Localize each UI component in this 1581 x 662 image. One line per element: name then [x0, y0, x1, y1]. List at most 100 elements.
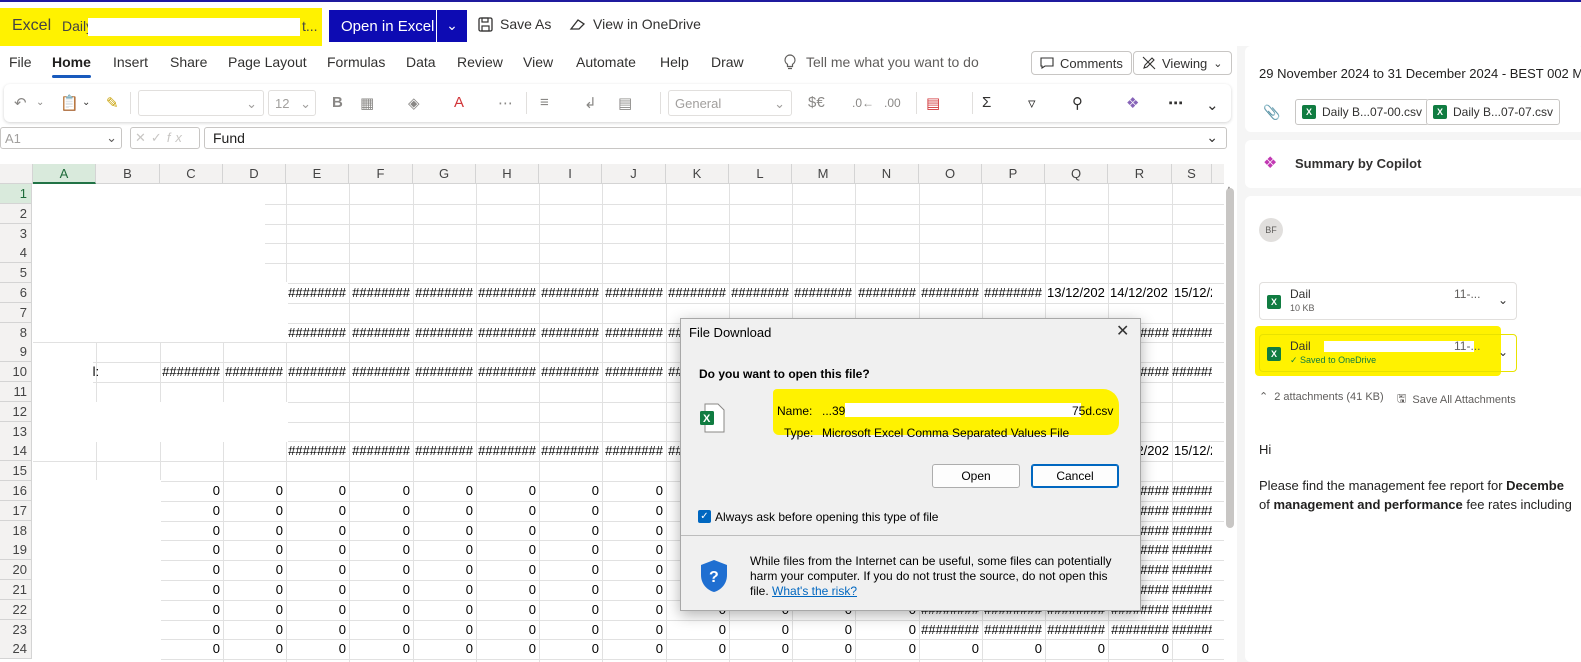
cell[interactable]: 0: [349, 580, 413, 599]
row-header-15[interactable]: 15: [0, 461, 32, 482]
close-icon[interactable]: ✕: [1116, 321, 1129, 341]
cell[interactable]: 0: [476, 580, 539, 599]
cell[interactable]: 0: [1172, 639, 1212, 658]
row-header-1[interactable]: 1: [0, 184, 32, 204]
bold-icon[interactable]: B: [332, 94, 343, 111]
column-header-i[interactable]: I: [539, 164, 602, 184]
tab-file[interactable]: File: [9, 54, 32, 70]
cell[interactable]: ########: [1172, 362, 1212, 381]
save-all-attachments-button[interactable]: 🖫 Save All Attachments: [1397, 390, 1516, 409]
cell[interactable]: ########: [1045, 620, 1108, 639]
cell[interactable]: 0: [602, 639, 666, 658]
cell[interactable]: 13/12/202: [1045, 283, 1108, 302]
attachments-summary[interactable]: ⌃ 2 attachments (41 KB): [1259, 390, 1384, 404]
attachment-item-2[interactable]: X Dail ✓ Saved to OneDrive 11-... ⌄: [1259, 334, 1517, 372]
fill-color-icon[interactable]: ◈: [408, 94, 420, 112]
cell[interactable]: 14/12/202: [1108, 283, 1172, 302]
chevron-down-icon[interactable]: ⌄: [1498, 293, 1508, 307]
cell[interactable]: 0: [223, 639, 286, 658]
cell[interactable]: 0: [792, 639, 855, 658]
tab-view[interactable]: View: [523, 54, 553, 70]
name-box[interactable]: A1 ⌄: [0, 127, 122, 149]
cell[interactable]: ########: [286, 362, 349, 381]
cell[interactable]: 0: [602, 501, 666, 520]
cell[interactable]: 15/12/2: [1172, 283, 1212, 302]
autosum-icon[interactable]: Σ: [982, 94, 991, 111]
cell[interactable]: ########: [602, 323, 666, 342]
column-header-g[interactable]: G: [413, 164, 476, 184]
column-header-d[interactable]: D: [223, 164, 286, 184]
cell[interactable]: 0: [539, 580, 602, 599]
cell[interactable]: 0: [349, 560, 413, 579]
row-header-4[interactable]: 4: [0, 243, 32, 264]
expand-ribbon-icon[interactable]: ⌄: [1206, 96, 1219, 114]
cell[interactable]: ########: [539, 323, 602, 342]
cell[interactable]: ########: [1172, 540, 1212, 559]
align-icon[interactable]: ≡: [540, 94, 549, 111]
column-header-n[interactable]: N: [855, 164, 919, 184]
cell[interactable]: 0: [413, 540, 476, 559]
cell[interactable]: 0: [602, 481, 666, 500]
cell[interactable]: 0: [413, 620, 476, 639]
cell[interactable]: 0: [160, 620, 223, 639]
tab-data[interactable]: Data: [406, 54, 436, 70]
cell[interactable]: 0: [223, 580, 286, 599]
open-button[interactable]: Open: [932, 464, 1020, 488]
row-header-12[interactable]: 12: [0, 401, 32, 422]
cell[interactable]: 0: [349, 501, 413, 520]
cell[interactable]: 0: [286, 580, 349, 599]
tab-insert[interactable]: Insert: [113, 54, 148, 70]
cell[interactable]: 0: [919, 639, 982, 658]
column-header-e[interactable]: E: [286, 164, 349, 184]
undo-icon[interactable]: ↶: [14, 94, 27, 112]
column-header-f[interactable]: F: [349, 164, 413, 184]
tab-share[interactable]: Share: [170, 54, 207, 70]
cell[interactable]: 0: [349, 600, 413, 619]
row-header-22[interactable]: 22: [0, 599, 32, 620]
cell[interactable]: ########: [413, 283, 476, 302]
cell[interactable]: 0: [476, 560, 539, 579]
copilot-icon[interactable]: ❖: [1126, 94, 1139, 112]
decrease-decimal-icon[interactable]: .0←: [852, 96, 874, 110]
cell[interactable]: 0: [1045, 639, 1108, 658]
cell[interactable]: 0: [1108, 639, 1172, 658]
row-header-19[interactable]: 19: [0, 540, 32, 561]
font-color-icon[interactable]: A: [454, 94, 464, 111]
view-in-onedrive-button[interactable]: View in OneDrive: [568, 16, 701, 32]
column-header-b[interactable]: B: [96, 164, 160, 184]
select-all-corner[interactable]: [0, 164, 33, 184]
cell[interactable]: 0: [476, 521, 539, 540]
cell[interactable]: 0: [539, 540, 602, 559]
cell[interactable]: 0: [286, 481, 349, 500]
row-header-20[interactable]: 20: [0, 560, 32, 581]
cell[interactable]: 0: [792, 620, 855, 639]
column-header-l[interactable]: L: [729, 164, 792, 184]
column-header-k[interactable]: K: [666, 164, 729, 184]
cell[interactable]: 0: [160, 639, 223, 658]
number-format-select[interactable]: General ⌄: [668, 90, 792, 116]
row-header-6[interactable]: 6: [0, 283, 32, 303]
cell[interactable]: ########: [602, 362, 666, 381]
cell[interactable]: 0: [160, 481, 223, 500]
cell[interactable]: ########: [1172, 501, 1212, 520]
cell[interactable]: 0: [160, 540, 223, 559]
column-header-m[interactable]: M: [792, 164, 855, 184]
row-header-16[interactable]: 16: [0, 481, 32, 501]
cell[interactable]: 0: [413, 639, 476, 658]
row-header-13[interactable]: 13: [0, 421, 32, 442]
attachment-item-1[interactable]: X Dail 10 KB 11-... ⌄: [1259, 282, 1517, 320]
chevron-down-icon[interactable]: ⌄: [1498, 345, 1508, 359]
cell[interactable]: 0: [539, 501, 602, 520]
increase-decimal-icon[interactable]: .00: [884, 96, 901, 110]
cell[interactable]: 15/12/2: [1172, 441, 1212, 460]
row-header-7[interactable]: 7: [0, 302, 32, 323]
chevron-down-icon[interactable]: ⌄: [82, 97, 90, 108]
cell[interactable]: ########: [286, 283, 349, 302]
cell[interactable]: ########: [1108, 620, 1172, 639]
cell[interactable]: ########: [1172, 580, 1212, 599]
row-header-9[interactable]: 9: [0, 342, 32, 363]
cell[interactable]: ########: [160, 362, 223, 381]
cell[interactable]: 0: [286, 620, 349, 639]
cell[interactable]: 0: [476, 481, 539, 500]
sort-filter-icon[interactable]: ▿: [1028, 94, 1036, 112]
